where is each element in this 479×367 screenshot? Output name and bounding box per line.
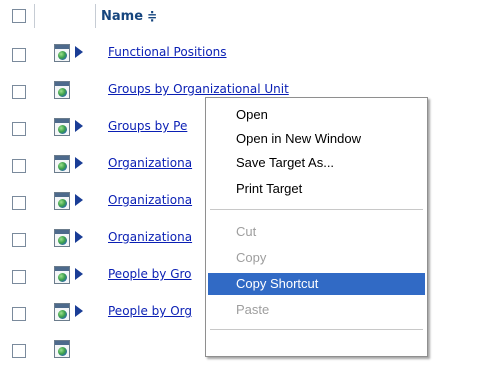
expand-arrow-icon[interactable] (75, 46, 83, 58)
menu-item-save-target-as[interactable]: Save Target As... (208, 152, 425, 174)
list-item: Functional Positions (0, 34, 479, 71)
row-checkbox[interactable] (12, 196, 26, 210)
menu-item-cut[interactable]: Cut (208, 221, 425, 243)
item-link[interactable]: People by Gro (108, 267, 192, 281)
item-link[interactable]: Organizationa (108, 156, 192, 170)
select-all-checkbox[interactable] (12, 9, 26, 23)
expand-arrow-icon[interactable] (75, 194, 83, 206)
expand-arrow-icon[interactable] (75, 268, 83, 280)
menu-item-copy-shortcut[interactable]: Copy Shortcut (208, 273, 425, 295)
row-checkbox[interactable] (12, 85, 26, 99)
row-checkbox[interactable] (12, 159, 26, 173)
expand-arrow-icon[interactable] (75, 305, 83, 317)
menu-item-open-new-window[interactable]: Open in New Window (208, 128, 425, 150)
item-link[interactable]: Organizationa (108, 230, 192, 244)
expand-arrow-icon[interactable] (75, 231, 83, 243)
item-link[interactable]: Groups by Pe (108, 119, 187, 133)
column-divider (34, 4, 35, 28)
name-column-label: Name (101, 9, 144, 24)
name-column-header[interactable]: Name ≑ (101, 9, 157, 24)
report-document-icon (54, 229, 70, 247)
report-document-icon (54, 81, 70, 99)
report-document-icon (54, 192, 70, 210)
row-checkbox[interactable] (12, 122, 26, 136)
row-checkbox[interactable] (12, 344, 26, 358)
expand-arrow-icon[interactable] (75, 157, 83, 169)
expand-arrow-icon[interactable] (75, 120, 83, 132)
sort-icon[interactable]: ≑ (147, 9, 157, 23)
menu-separator (210, 209, 423, 210)
column-divider (95, 4, 96, 28)
row-checkbox[interactable] (12, 48, 26, 62)
item-link[interactable]: Organizationa (108, 193, 192, 207)
item-link[interactable]: Groups by Organizational Unit (108, 82, 289, 96)
report-document-icon (54, 44, 70, 62)
context-menu: Open Open in New Window Save Target As..… (205, 97, 428, 357)
report-document-icon (54, 155, 70, 173)
row-checkbox[interactable] (12, 233, 26, 247)
report-document-icon (54, 303, 70, 321)
row-checkbox[interactable] (12, 307, 26, 321)
row-checkbox[interactable] (12, 270, 26, 284)
menu-item-paste[interactable]: Paste (208, 299, 425, 321)
menu-item-open[interactable]: Open (208, 104, 425, 126)
menu-item-copy[interactable]: Copy (208, 247, 425, 269)
item-link[interactable]: Functional Positions (108, 45, 227, 59)
report-document-icon (54, 266, 70, 284)
report-document-icon (54, 118, 70, 136)
report-document-icon (54, 340, 70, 358)
list-header: Name ≑ (0, 0, 479, 34)
item-link[interactable]: People by Org (108, 304, 192, 318)
menu-separator (210, 329, 423, 330)
menu-item-print-target[interactable]: Print Target (208, 178, 425, 200)
